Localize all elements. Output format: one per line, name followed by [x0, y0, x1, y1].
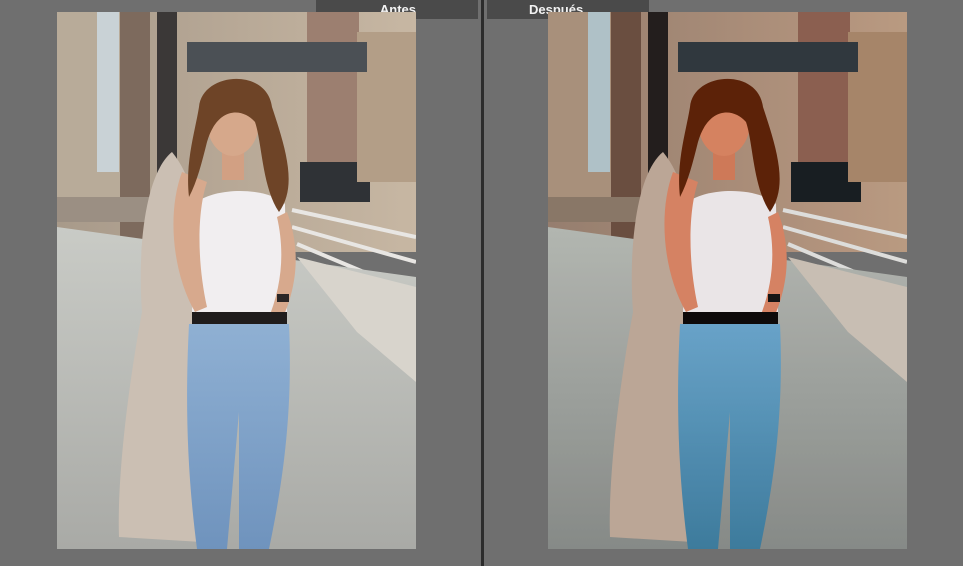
before-photo	[57, 12, 416, 549]
after-photo-image	[548, 12, 907, 549]
before-pane: Antes	[0, 0, 481, 566]
after-pane: Después	[484, 0, 963, 566]
before-photo-image	[57, 12, 416, 549]
after-photo	[548, 12, 907, 549]
